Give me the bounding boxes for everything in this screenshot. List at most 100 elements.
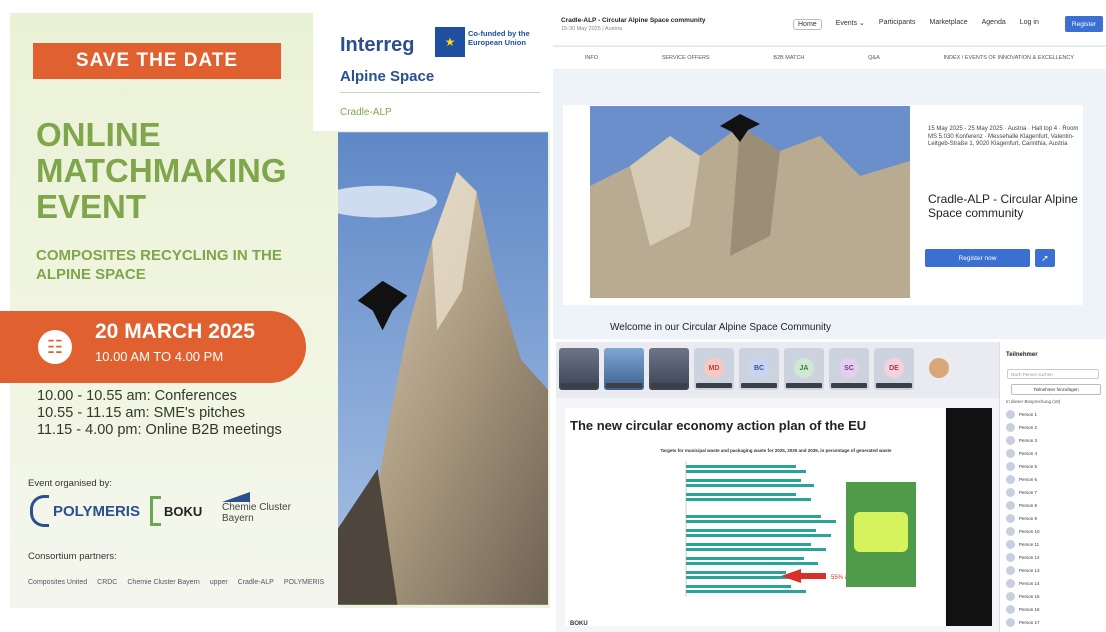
participant-list: Person 1 Person 2 Person 3 Person 4 Person 5… bbox=[1006, 408, 1102, 629]
avatar bbox=[1006, 618, 1015, 627]
participant-name: Person 9 bbox=[1019, 516, 1038, 521]
tab-qa[interactable]: Q&A bbox=[868, 55, 880, 61]
participant-row[interactable]: Person 14 bbox=[1006, 577, 1102, 590]
avatar bbox=[1006, 527, 1015, 536]
tab-b2b-match[interactable]: B2B MATCH bbox=[773, 55, 804, 61]
nav-home[interactable]: Home bbox=[793, 19, 822, 30]
participant-row[interactable]: Person 15 bbox=[1006, 590, 1102, 603]
participant-tile[interactable]: BC bbox=[739, 348, 779, 390]
participant-row[interactable]: Person 17 bbox=[1006, 616, 1102, 629]
participant-name: Person 11 bbox=[1019, 542, 1040, 547]
participant-strip: MD BC JA SC DE bbox=[556, 342, 1016, 398]
participant-row[interactable]: Person 13 bbox=[1006, 564, 1102, 577]
avatar bbox=[1006, 540, 1015, 549]
event-heading: Cradle-ALP - Circular Alpine Space commu… bbox=[928, 192, 1078, 220]
participant-tile[interactable]: MD bbox=[694, 348, 734, 390]
eu-flag-icon: ★ bbox=[435, 27, 465, 57]
tab-info[interactable]: INFO bbox=[585, 55, 598, 61]
calendar-icon: ☷ bbox=[38, 330, 72, 364]
boku-logo: BOKU bbox=[150, 496, 220, 526]
participant-tile[interactable]: JA bbox=[784, 348, 824, 390]
polymeris-logo: POLYMERIS bbox=[30, 495, 160, 527]
nav-marketplace[interactable]: Marketplace bbox=[929, 19, 967, 30]
panel-title: Teilnehmer bbox=[1006, 352, 1038, 358]
participant-row[interactable]: Person 4 bbox=[1006, 447, 1102, 460]
boku-footer-logo: BOKU bbox=[570, 621, 588, 627]
poster-subtitle: COMPOSITES RECYCLING IN THE ALPINE SPACE bbox=[36, 247, 282, 283]
cofunded-text: Co-funded by the European Union bbox=[468, 29, 530, 47]
participant-name: Person 5 bbox=[1019, 464, 1038, 469]
avatar bbox=[1006, 488, 1015, 497]
mountain-photo bbox=[338, 132, 548, 605]
register-button[interactable]: Register bbox=[1065, 16, 1103, 32]
participant-row[interactable]: Person 8 bbox=[1006, 499, 1102, 512]
participant-tile[interactable] bbox=[604, 348, 644, 390]
participant-row[interactable]: Person 16 bbox=[1006, 603, 1102, 616]
self-view-tile[interactable] bbox=[919, 348, 959, 390]
cradle-alp-label: Cradle-ALP bbox=[340, 107, 392, 118]
video-black-area bbox=[946, 408, 992, 626]
nav-events[interactable]: Events ⌄ bbox=[836, 19, 865, 30]
event-meta: 15 May 2025 - 25 May 2025 · Austria · Ha… bbox=[928, 126, 1079, 147]
participant-tile[interactable]: DE bbox=[874, 348, 914, 390]
alpine-space-label: Alpine Space bbox=[340, 68, 435, 85]
nav-login[interactable]: Log in bbox=[1020, 19, 1039, 30]
participant-row[interactable]: Person 7 bbox=[1006, 486, 1102, 499]
event-tabs: INFO SERVICE OFFERS B2B MATCH Q&A INDEX … bbox=[553, 46, 1106, 69]
organised-by-label: Event organised by: bbox=[28, 478, 112, 489]
site-title[interactable]: Cradle-ALP - Circular Alpine Space commu… bbox=[561, 17, 705, 24]
nav-participants[interactable]: Participants bbox=[879, 19, 916, 30]
divider bbox=[340, 92, 540, 93]
event-schedule: 10.00 - 10.55 am: Conferences 10.55 - 11… bbox=[37, 388, 327, 439]
participant-row[interactable]: Person 9 bbox=[1006, 512, 1102, 525]
participant-row[interactable]: Person 10 bbox=[1006, 525, 1102, 538]
share-icon[interactable]: ➚ bbox=[1035, 249, 1055, 267]
participant-row[interactable]: Person 3 bbox=[1006, 434, 1102, 447]
participant-name: Person 10 bbox=[1019, 529, 1040, 534]
participant-name: Person 2 bbox=[1019, 425, 1038, 430]
participant-name: Person 8 bbox=[1019, 503, 1038, 508]
schedule-item: 10.00 - 10.55 am: Conferences bbox=[37, 388, 237, 404]
participant-search-input[interactable]: Nach Person suchen bbox=[1007, 369, 1099, 379]
participant-name: Person 6 bbox=[1019, 477, 1038, 482]
in-meeting-header[interactable]: In dieser Besprechung (18) bbox=[1006, 399, 1060, 404]
participant-row[interactable]: Person 12 bbox=[1006, 551, 1102, 564]
save-the-date-banner: SAVE THE DATE bbox=[33, 43, 281, 79]
participant-name: Person 16 bbox=[1019, 607, 1040, 612]
add-participant-button[interactable]: Teilnehmer hinzufügen bbox=[1011, 384, 1101, 395]
avatar bbox=[1006, 462, 1015, 471]
partner-logo: POLYMERIS bbox=[283, 578, 325, 586]
participant-row[interactable]: Person 5 bbox=[1006, 460, 1102, 473]
nav-agenda[interactable]: Agenda bbox=[982, 19, 1006, 30]
participant-name: Person 15 bbox=[1019, 594, 1040, 599]
participant-row[interactable]: Person 11 bbox=[1006, 538, 1102, 551]
partner-logo: Cradle-ALP bbox=[237, 578, 274, 586]
participant-name: Person 13 bbox=[1019, 568, 1040, 573]
participant-row[interactable]: Person 2 bbox=[1006, 421, 1102, 434]
video-call-window: MD BC JA SC DE The new circular economy … bbox=[556, 342, 1106, 632]
avatar bbox=[1006, 475, 1015, 484]
partner-logo: upper bbox=[209, 578, 228, 586]
participant-row[interactable]: Person 6 bbox=[1006, 473, 1102, 486]
tab-service-offers[interactable]: SERVICE OFFERS bbox=[662, 55, 710, 61]
participant-tile[interactable] bbox=[649, 348, 689, 390]
avatar bbox=[1006, 566, 1015, 575]
avatar bbox=[1006, 553, 1015, 562]
tab-index[interactable]: INDEX / EVENTS OF INNOVATION & EXCELLENC… bbox=[943, 55, 1074, 61]
slide-bar-chart: 55% and 65% bbox=[685, 461, 916, 597]
participant-name: Person 4 bbox=[1019, 451, 1038, 456]
register-now-button[interactable]: Register now bbox=[925, 249, 1030, 267]
participant-tile[interactable] bbox=[559, 348, 599, 390]
avatar bbox=[1006, 436, 1015, 445]
event-date: 20 MARCH 2025 bbox=[95, 320, 255, 343]
partner-logo: Chemie Cluster Bayern bbox=[127, 578, 200, 586]
participant-row[interactable]: Person 1 bbox=[1006, 408, 1102, 421]
avatar bbox=[1006, 423, 1015, 432]
schedule-item: 10.55 - 11.15 am: SME's pitches bbox=[37, 405, 246, 421]
partner-logo: Composites United bbox=[28, 578, 88, 586]
slide-chart-title: Targets for municipal waste and packagin… bbox=[660, 448, 892, 453]
avatar bbox=[1006, 501, 1015, 510]
participant-tile[interactable]: SC bbox=[829, 348, 869, 390]
schedule-item: 11.15 - 4.00 pm: Online B2B meetings bbox=[37, 422, 282, 438]
event-hours: 10.00 AM TO 4.00 PM bbox=[95, 349, 224, 364]
